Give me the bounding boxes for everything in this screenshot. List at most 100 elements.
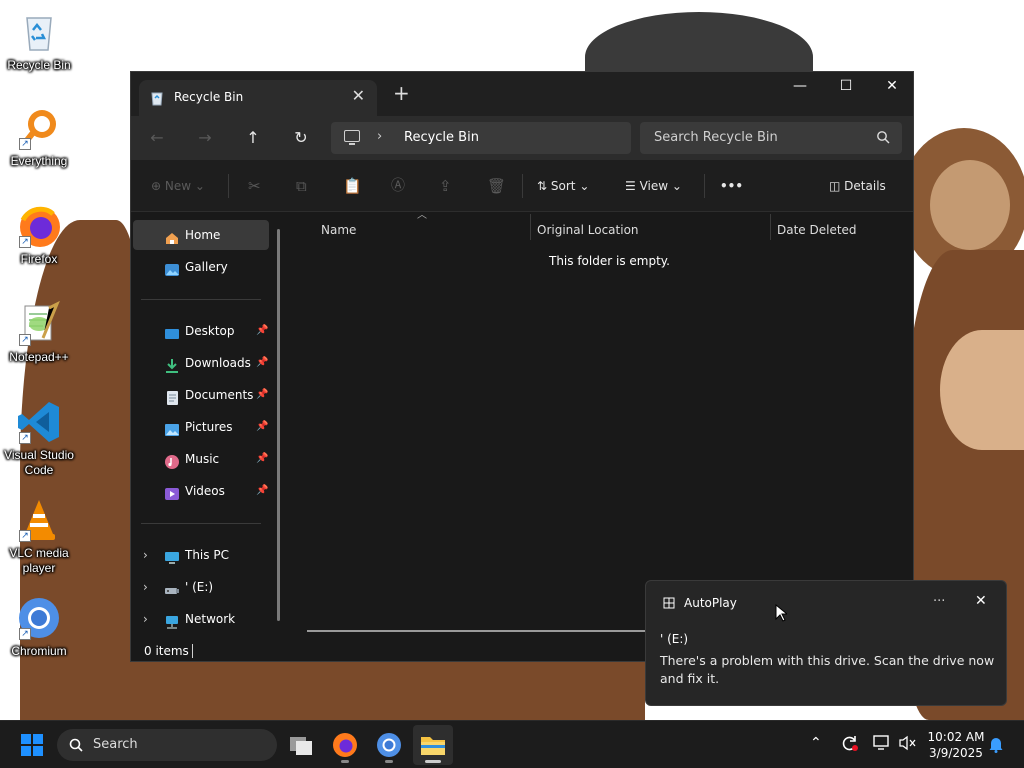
desktop-icon-vscode[interactable]: ↗ Visual Studio Code	[0, 398, 78, 478]
sidebar-scrollbar[interactable]	[277, 229, 280, 621]
share-icon[interactable]: ⇪	[439, 173, 452, 199]
tab-close-button[interactable]: ✕	[352, 86, 365, 105]
new-tab-button[interactable]: +	[393, 81, 410, 105]
up-button[interactable]: ↑	[241, 126, 265, 150]
sidebar-item-network[interactable]: › Network	[133, 604, 269, 634]
chevron-right-icon[interactable]: ›	[143, 540, 148, 570]
notification-more-button[interactable]: ···	[933, 594, 945, 609]
sort-button[interactable]: ⇅ Sort ⌄	[537, 173, 589, 199]
sidebar-item-pictures[interactable]: Pictures 📌	[133, 412, 269, 442]
delete-icon[interactable]: 🗑	[487, 173, 506, 199]
maximize-button[interactable]: ☐	[823, 72, 869, 102]
sort-icon: ⇅	[537, 179, 548, 193]
file-explorer-icon	[421, 737, 445, 755]
refresh-button[interactable]: ↻	[289, 126, 313, 150]
desktop-icon-firefox[interactable]: ↗ Firefox	[0, 202, 78, 267]
cut-icon[interactable]: ✂	[248, 173, 261, 199]
notification-close-button[interactable]: ✕	[975, 593, 987, 609]
pin-icon[interactable]: 📌	[256, 380, 268, 410]
column-divider[interactable]	[770, 214, 771, 240]
breadcrumb-recycle-bin[interactable]: Recycle Bin	[404, 130, 479, 145]
address-bar[interactable]: › Recycle Bin	[331, 122, 631, 154]
notification-bell-icon[interactable]	[988, 735, 1004, 768]
column-header-original-location[interactable]: Original Location	[537, 218, 639, 242]
sidebar-item-gallery[interactable]: Gallery	[133, 252, 269, 282]
view-button[interactable]: ☰ View ⌄	[625, 173, 682, 199]
taskbar-firefox[interactable]	[325, 725, 365, 765]
sidebar-item-music[interactable]: Music 📌	[133, 444, 269, 474]
taskbar-chromium[interactable]	[369, 725, 409, 765]
sidebar-item-label: Network	[185, 612, 236, 626]
desktop-icon-chromium[interactable]: ↗ Chromium	[0, 594, 78, 659]
shortcut-arrow-icon: ↗	[19, 236, 31, 248]
plus-circle-icon: ⊕	[151, 179, 162, 193]
chevron-down-icon: ⌄	[579, 179, 590, 193]
sidebar-item-label: This PC	[185, 548, 229, 562]
recycle-bin-icon	[149, 90, 165, 106]
view-label: View	[639, 179, 669, 193]
home-icon	[164, 227, 180, 244]
sidebar-item-label: Documents	[185, 388, 254, 402]
title-bar[interactable]: Recycle Bin ✕ + — ☐ ✕	[131, 72, 913, 116]
pin-icon[interactable]: 📌	[256, 476, 268, 506]
forward-button[interactable]: →	[193, 126, 217, 150]
desktop-icon-vlc[interactable]: ↗ VLC media player	[0, 496, 78, 576]
copy-icon[interactable]: ⧉	[296, 173, 307, 199]
sidebar-item-drive-e[interactable]: › ' (E:)	[133, 572, 269, 602]
wallpaper-teddy-bottom	[140, 662, 645, 720]
pin-icon[interactable]: 📌	[256, 412, 268, 442]
show-hidden-icons-chevron-icon[interactable]: ⌃	[810, 735, 822, 768]
task-view-button[interactable]	[281, 725, 321, 765]
pin-icon[interactable]: 📌	[256, 316, 268, 346]
sidebar-item-desktop[interactable]: Desktop 📌	[133, 316, 269, 346]
taskbar-search[interactable]: Search	[57, 729, 277, 761]
search-icon	[876, 130, 890, 144]
clock-date: 3/9/2025	[929, 746, 983, 760]
breadcrumb-chevron-icon[interactable]: ›	[377, 129, 382, 144]
column-divider[interactable]	[530, 214, 531, 240]
desktop-icon-notepad-plus-plus[interactable]: ↗ Notepad++	[0, 300, 78, 365]
sidebar-item-documents[interactable]: Documents 📌	[133, 380, 269, 410]
vlc-icon: ↗	[15, 496, 63, 544]
monitor-icon	[344, 130, 360, 142]
new-button[interactable]: ⊕ New ⌄	[151, 173, 205, 199]
chromium-icon	[377, 733, 401, 757]
status-divider	[192, 644, 193, 658]
chevron-right-icon[interactable]: ›	[143, 604, 148, 634]
column-header-date-deleted[interactable]: Date Deleted	[777, 218, 857, 242]
details-pane-button[interactable]: ◫ Details	[829, 173, 886, 199]
shortcut-arrow-icon: ↗	[19, 530, 31, 542]
pin-icon[interactable]: 📌	[256, 444, 268, 474]
horizontal-scrollbar[interactable]	[307, 630, 652, 632]
network-icon	[164, 611, 180, 629]
rename-icon[interactable]: Ⓐ	[391, 173, 405, 199]
sidebar-item-home[interactable]: Home	[133, 220, 269, 250]
more-options-button[interactable]: •••	[720, 173, 743, 199]
start-button[interactable]	[12, 725, 52, 765]
desktop-icon-recycle-bin[interactable]: Recycle Bin	[0, 8, 78, 73]
system-clock[interactable]: 10:02 AM 3/9/2025	[922, 729, 990, 761]
vscode-icon: ↗	[15, 398, 63, 446]
pin-icon[interactable]: 📌	[256, 348, 268, 378]
sidebar-item-this-pc[interactable]: › This PC	[133, 540, 269, 570]
column-header-name[interactable]: Name	[321, 218, 356, 242]
volume-muted-icon[interactable]	[898, 734, 918, 768]
sync-alert-icon[interactable]	[840, 733, 860, 768]
autoplay-notification[interactable]: AutoPlay ··· ✕ ' (E:) There's a problem …	[645, 580, 1007, 706]
details-pane-icon: ◫	[829, 179, 841, 193]
sidebar-item-downloads[interactable]: Downloads 📌	[133, 348, 269, 378]
close-button[interactable]: ✕	[869, 72, 915, 102]
minimize-button[interactable]: —	[777, 72, 823, 102]
tab-recycle-bin[interactable]: Recycle Bin ✕	[139, 80, 377, 116]
task-view-icon	[290, 737, 312, 755]
paste-icon[interactable]: 📋	[343, 173, 362, 199]
usb-drive-icon	[164, 579, 180, 595]
sort-ascending-icon: ︿	[417, 210, 427, 221]
chevron-right-icon[interactable]: ›	[143, 572, 148, 602]
sidebar-item-videos[interactable]: Videos 📌	[133, 476, 269, 506]
desktop-icon-everything[interactable]: ↗ Everything	[0, 104, 78, 169]
network-status-icon[interactable]	[872, 734, 892, 768]
search-box[interactable]: Search Recycle Bin	[640, 122, 902, 154]
back-button[interactable]: ←	[145, 126, 169, 150]
taskbar-file-explorer[interactable]	[413, 725, 453, 765]
